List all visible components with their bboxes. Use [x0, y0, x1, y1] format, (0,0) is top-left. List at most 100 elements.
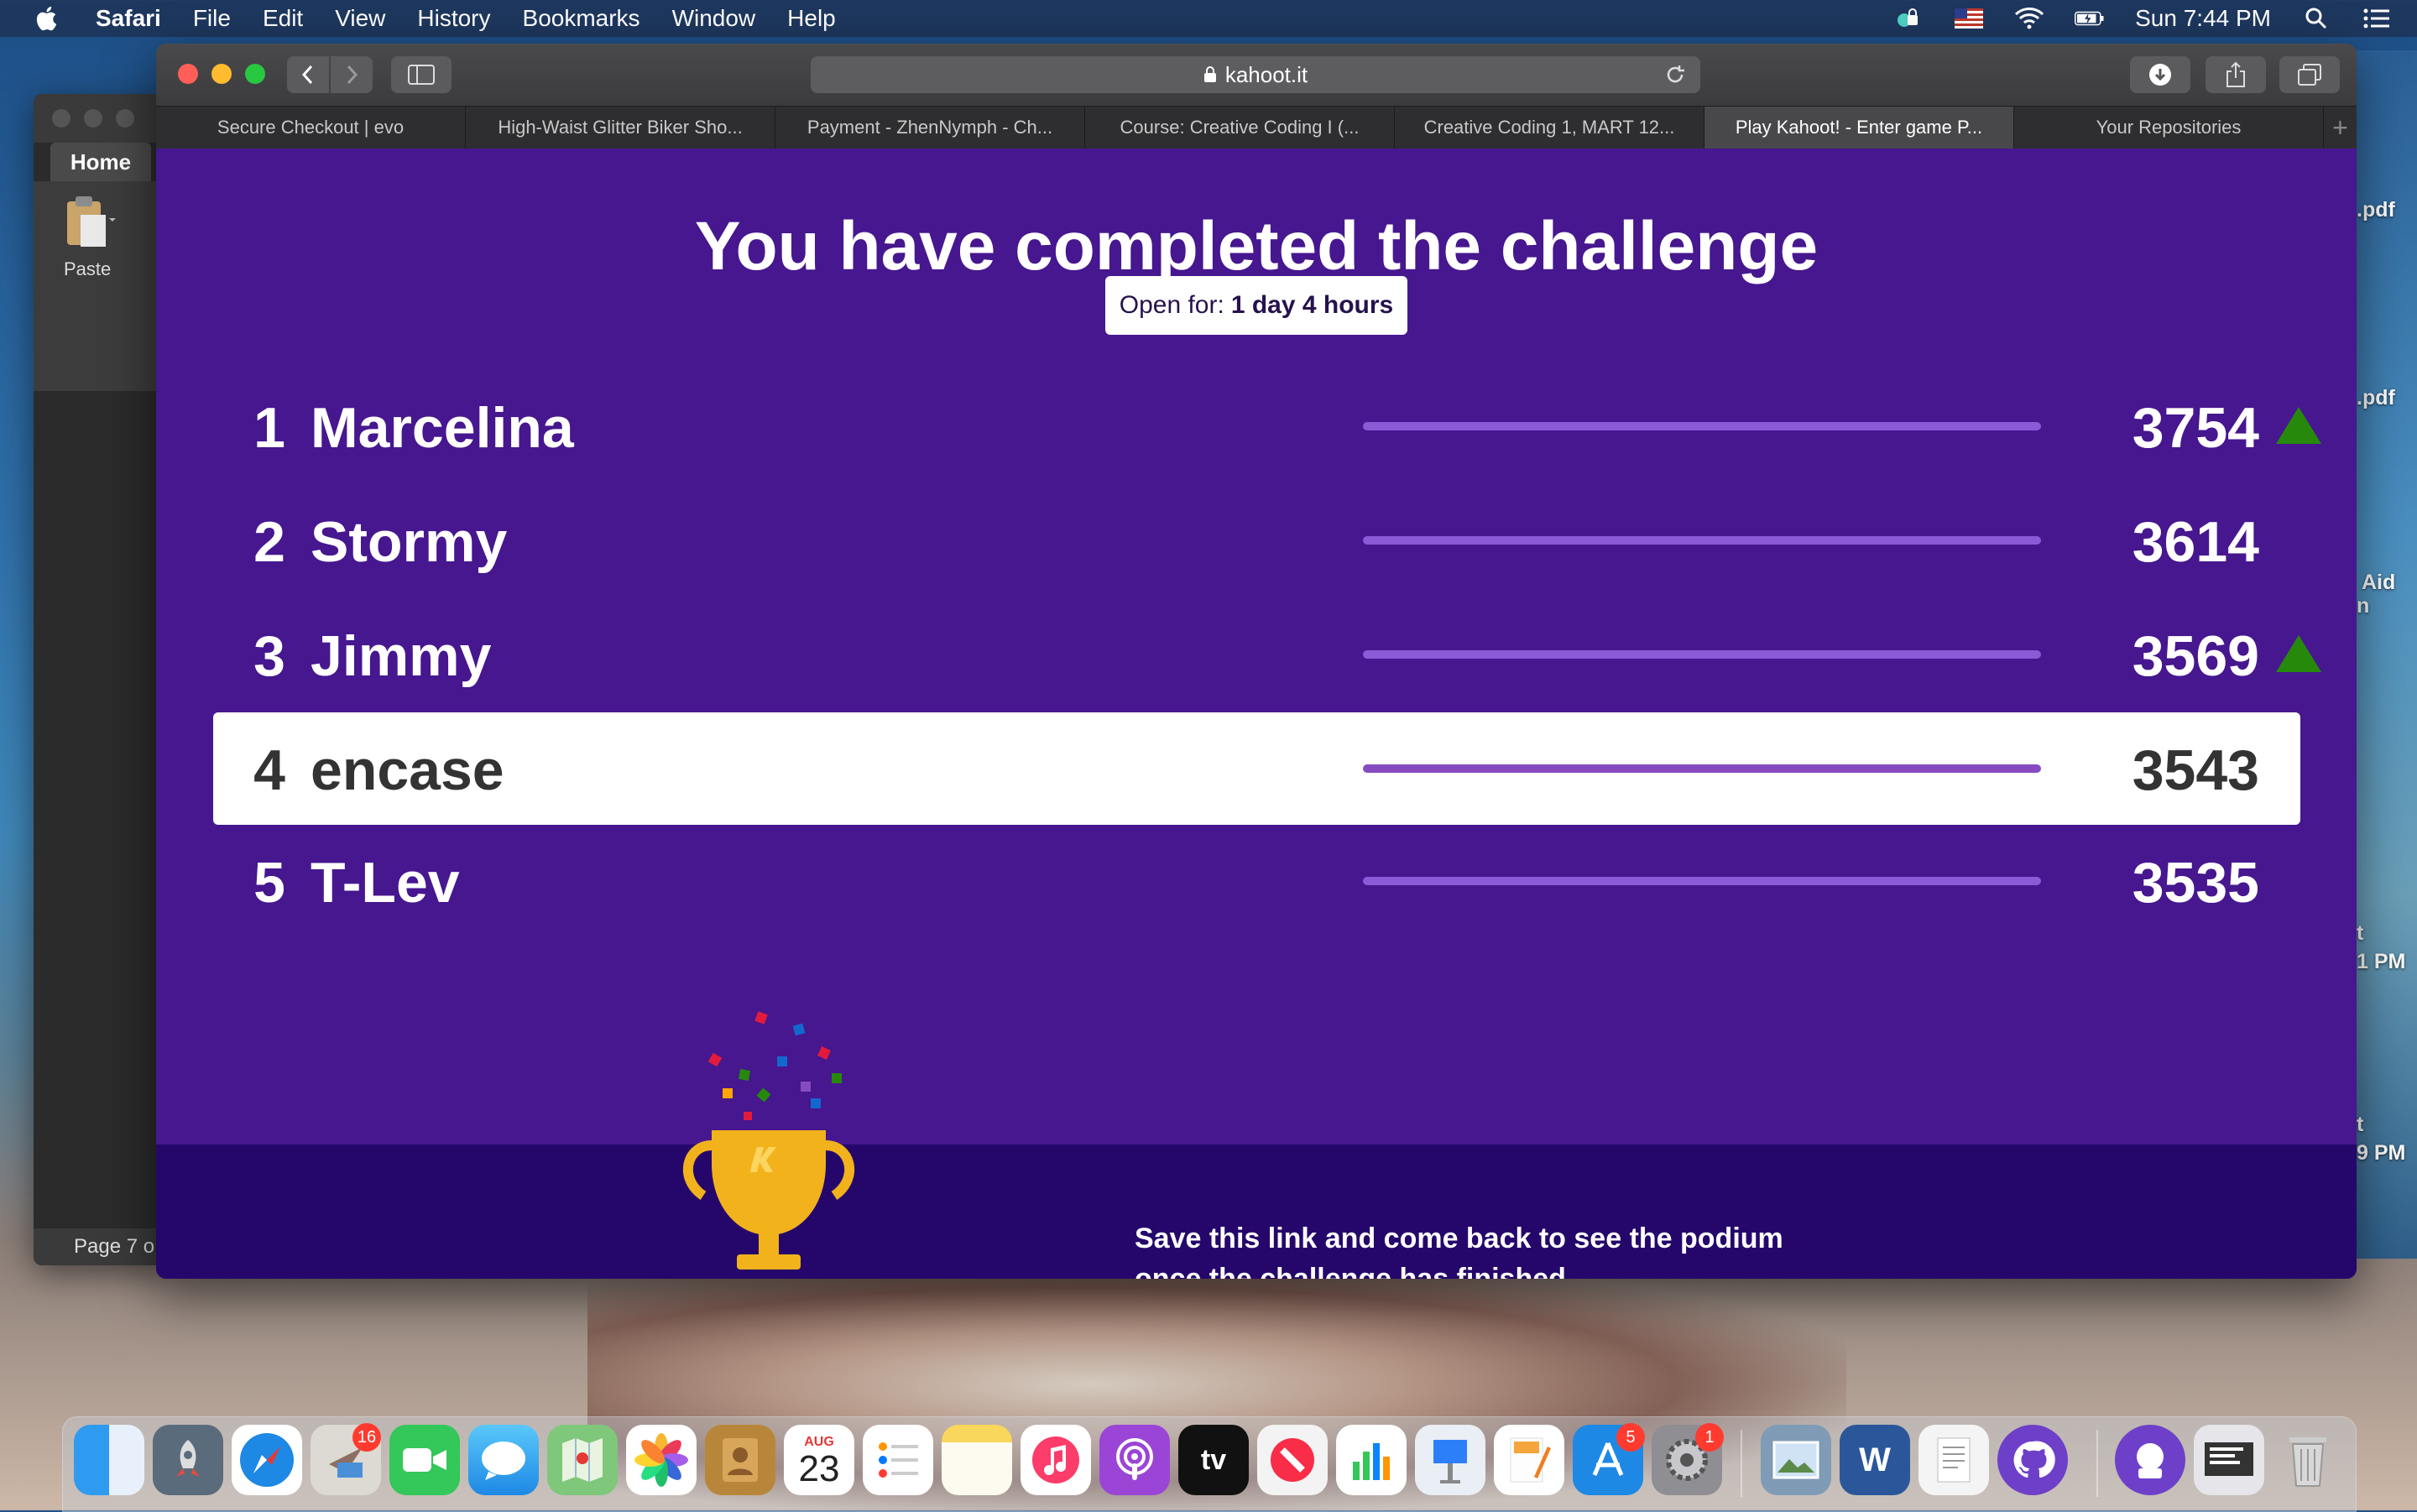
- tab-course-creative-coding[interactable]: Course: Creative Coding I (...: [1085, 107, 1395, 149]
- music-icon[interactable]: [1021, 1425, 1091, 1495]
- desktop-file-label[interactable]: 1 PM: [2357, 950, 2405, 974]
- page-indicator: Page 7 o: [34, 1228, 168, 1265]
- desktop-file-label[interactable]: t: [2357, 921, 2363, 946]
- apple-menu-icon[interactable]: [34, 4, 62, 33]
- desktop-file-label[interactable]: 9 PM: [2357, 1141, 2405, 1165]
- facetime-icon[interactable]: [389, 1425, 460, 1495]
- safari-window: kahoot.it Secure Checkout | evo High-Wai…: [156, 44, 2357, 1279]
- share-button[interactable]: [2206, 56, 2266, 93]
- menu-app-name[interactable]: Safari: [96, 5, 161, 32]
- new-tab-button[interactable]: +: [2324, 107, 2357, 149]
- news-icon[interactable]: [1257, 1425, 1328, 1495]
- menu-bookmarks[interactable]: Bookmarks: [523, 5, 640, 32]
- desktop-file-label[interactable]: t: [2357, 1113, 2363, 1137]
- us-flag-input-icon[interactable]: [1954, 7, 1984, 30]
- safari-icon[interactable]: [232, 1425, 302, 1495]
- finder-icon[interactable]: [74, 1425, 144, 1495]
- desktop-file-label[interactable]: Aid: [2362, 571, 2395, 595]
- player-score: 3614: [2132, 510, 2259, 574]
- desktop-file-label[interactable]: .pdf: [2357, 198, 2395, 222]
- appstore-badge: 5: [1616, 1423, 1645, 1452]
- player-name: Stormy: [311, 510, 508, 574]
- messages-icon[interactable]: [468, 1425, 539, 1495]
- window-titlebar: [34, 94, 168, 143]
- player-name: T-Lev: [311, 851, 460, 915]
- desktop-file-label[interactable]: .pdf: [2357, 386, 2395, 410]
- github-icon[interactable]: [1997, 1425, 2068, 1495]
- system-preferences-badge: 1: [1695, 1423, 1724, 1452]
- close-window-button[interactable]: [178, 64, 198, 84]
- wifi-icon[interactable]: [2014, 7, 2044, 30]
- menu-window[interactable]: Window: [672, 5, 756, 32]
- open-for-value: 1 day 4 hours: [1230, 291, 1394, 319]
- notification-center-icon[interactable]: [2362, 7, 2392, 30]
- download-icon: [2149, 64, 2171, 86]
- tab-play-kahoot[interactable]: Play Kahoot! - Enter game P...: [1704, 107, 2014, 149]
- score-bar: [1363, 877, 2041, 885]
- contacts-icon[interactable]: [705, 1425, 775, 1495]
- paste-icon[interactable]: [59, 193, 117, 252]
- podcasts-icon[interactable]: [1099, 1425, 1170, 1495]
- back-button[interactable]: [287, 56, 329, 93]
- keynote-icon[interactable]: [1415, 1425, 1485, 1495]
- github-desktop-icon[interactable]: [2115, 1425, 2185, 1495]
- reminders-icon[interactable]: [863, 1425, 933, 1495]
- calendar-icon[interactable]: AUG 23: [784, 1425, 854, 1495]
- menu-edit[interactable]: Edit: [263, 5, 303, 32]
- minimize-window-button[interactable]: [211, 64, 232, 84]
- menu-view[interactable]: View: [335, 5, 385, 32]
- tab-secure-checkout[interactable]: Secure Checkout | evo: [156, 107, 466, 149]
- tv-icon[interactable]: tv: [1178, 1425, 1249, 1495]
- reload-icon[interactable]: [1663, 63, 1687, 86]
- mail-badge: 16: [352, 1423, 381, 1452]
- fullscreen-window-button[interactable]: [245, 64, 265, 84]
- score-bar: [1363, 422, 2041, 430]
- spotlight-search-icon[interactable]: [2301, 7, 2331, 30]
- open-for-label: Open for:: [1119, 291, 1224, 319]
- preview-icon[interactable]: [1761, 1425, 1831, 1495]
- word-label: W: [1859, 1441, 1891, 1478]
- leaderboard-row: 1 Marcelina 3754: [213, 370, 2321, 482]
- pages-icon[interactable]: [1494, 1425, 1564, 1495]
- player-name: encase: [311, 738, 504, 802]
- notes-icon[interactable]: [942, 1425, 1012, 1495]
- chevron-left-icon: [301, 65, 313, 85]
- menu-history[interactable]: History: [417, 5, 490, 32]
- rank-number: 2: [253, 510, 285, 574]
- menu-help[interactable]: Help: [787, 5, 836, 32]
- vpn-lock-icon[interactable]: [1893, 7, 1924, 30]
- player-score: 3754: [2132, 396, 2259, 460]
- photos-icon[interactable]: [626, 1425, 697, 1495]
- menu-file[interactable]: File: [193, 5, 231, 32]
- word-icon[interactable]: W: [1840, 1425, 1910, 1495]
- tab-your-repositories[interactable]: Your Repositories: [2014, 107, 2324, 149]
- sidebar-toggle-button[interactable]: [391, 56, 452, 93]
- tab-home[interactable]: Home: [50, 143, 151, 181]
- forward-button[interactable]: [331, 56, 373, 93]
- url-text: kahoot.it: [1224, 61, 1308, 87]
- address-bar[interactable]: kahoot.it: [811, 56, 1700, 93]
- tab-bar: Secure Checkout | evo High-Waist Glitter…: [156, 106, 2357, 149]
- lock-icon: [1203, 66, 1216, 82]
- trash-icon[interactable]: [2273, 1425, 2343, 1495]
- tab-payment[interactable]: Payment - ZhenNymph - Ch...: [775, 107, 1085, 149]
- desktop-file-label[interactable]: n: [2357, 594, 2369, 618]
- battery-icon[interactable]: [2075, 7, 2105, 30]
- launchpad-icon[interactable]: [153, 1425, 223, 1495]
- tab-biker-shorts[interactable]: High-Waist Glitter Biker Sho...: [466, 107, 775, 149]
- dock-separator: [2096, 1430, 2098, 1497]
- footer-line-2: once the challenge has finished: [1135, 1263, 1566, 1279]
- tab-creative-coding-mart[interactable]: Creative Coding 1, MART 12...: [1395, 107, 1704, 149]
- player-name: Marcelina: [311, 396, 574, 460]
- rank-number: 4: [253, 738, 285, 802]
- downloads-button[interactable]: [2130, 56, 2190, 93]
- menu-clock[interactable]: Sun 7:44 PM: [2135, 5, 2271, 32]
- player-name: Jimmy: [311, 624, 492, 688]
- textedit-icon[interactable]: [1918, 1425, 1989, 1495]
- tv-label: tv: [1200, 1443, 1227, 1476]
- tab-overview-button[interactable]: [2279, 56, 2340, 93]
- numbers-icon[interactable]: [1336, 1425, 1407, 1495]
- background-word-window[interactable]: Home Paste Page 7 o: [34, 94, 168, 1265]
- screenshot-icon[interactable]: [2194, 1425, 2264, 1495]
- maps-icon[interactable]: [547, 1425, 618, 1495]
